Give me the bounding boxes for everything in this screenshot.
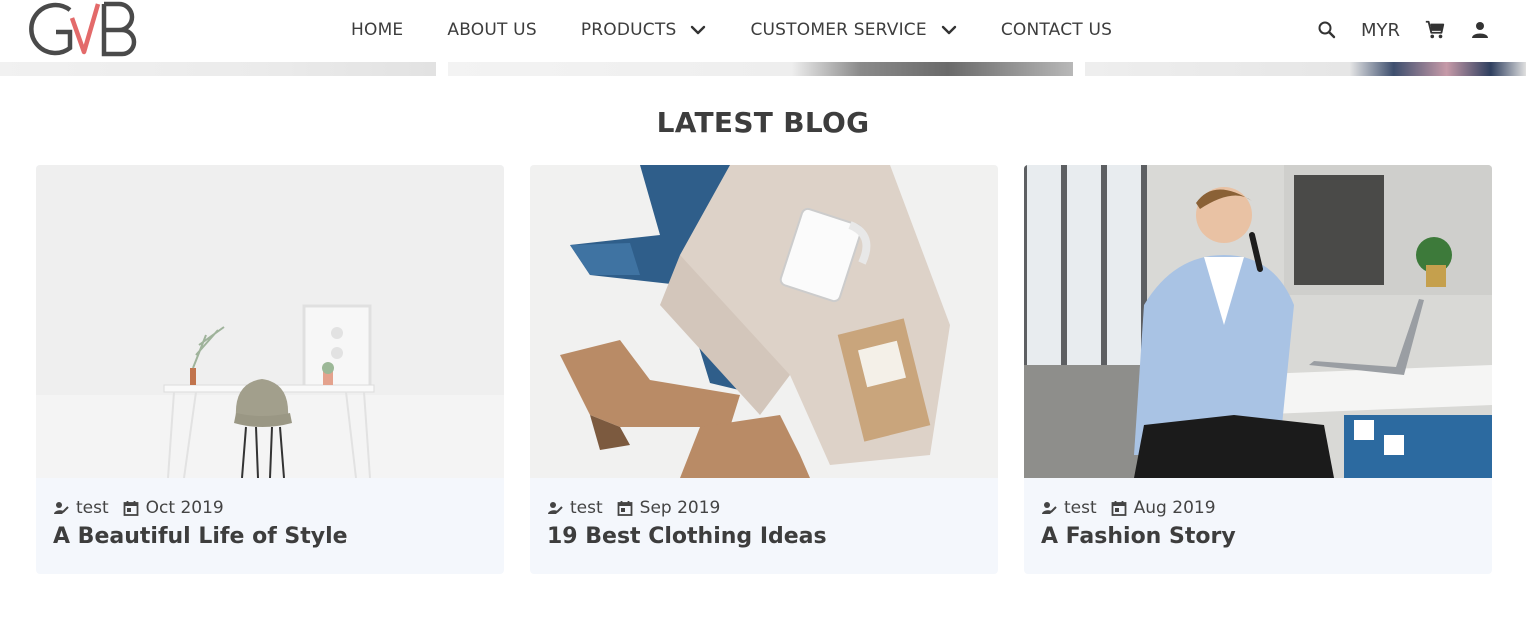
blog-card[interactable]: test Oct 2019 A Beautiful Life of Style — [36, 165, 504, 574]
blog-card[interactable]: test Sep 2019 19 Best Clothing Ideas — [530, 165, 998, 574]
nav-products[interactable]: PRODUCTS — [581, 20, 707, 40]
chevron-down-icon — [941, 25, 957, 35]
blog-image-clothing-flatlay — [530, 165, 998, 478]
main-nav: HOME ABOUT US PRODUCTS CUSTOMER SERVICE … — [351, 0, 1156, 60]
blog-meta: test Oct 2019 — [53, 496, 487, 520]
calendar-icon — [617, 500, 633, 516]
calendar-icon — [123, 500, 139, 516]
blog-meta: test Sep 2019 — [547, 496, 981, 520]
user-icon[interactable] — [1470, 20, 1490, 40]
nav-home-label: HOME — [351, 20, 404, 40]
blog-meta: test Aug 2019 — [1041, 496, 1475, 520]
site-header: HOME ABOUT US PRODUCTS CUSTOMER SERVICE … — [0, 0, 1526, 62]
blog-image-white-room — [36, 165, 504, 478]
cart-icon[interactable] — [1424, 19, 1446, 41]
nav-customer-service-label: CUSTOMER SERVICE — [750, 20, 927, 40]
blog-author: test — [76, 498, 109, 518]
blog-card-body: test Aug 2019 A Fashion Story — [1024, 478, 1492, 549]
nav-about-us[interactable]: ABOUT US — [447, 20, 536, 40]
blog-date: Oct 2019 — [145, 498, 224, 518]
brand-logo[interactable] — [22, 0, 142, 60]
blog-card-body: test Sep 2019 19 Best Clothing Ideas — [530, 478, 998, 549]
currency-selector[interactable]: MYR — [1361, 20, 1400, 41]
author-icon — [53, 500, 69, 516]
nav-contact-us-label: CONTACT US — [1000, 20, 1113, 40]
blog-card-body: test Oct 2019 A Beautiful Life of Style — [36, 478, 504, 549]
blog-author: test — [570, 498, 603, 518]
blog-card-list: test Oct 2019 A Beautiful Life of Style — [36, 165, 1492, 574]
blog-author: test — [1064, 498, 1097, 518]
nav-contact-us[interactable]: CONTACT US — [1001, 20, 1112, 40]
nav-home[interactable]: HOME — [351, 20, 403, 40]
section-title: LATEST BLOG — [656, 106, 870, 139]
chevron-down-icon — [690, 25, 706, 35]
blog-date: Sep 2019 — [639, 498, 721, 518]
blog-title[interactable]: 19 Best Clothing Ideas — [547, 524, 981, 549]
header-tools: MYR — [1293, 0, 1490, 60]
nav-customer-service[interactable]: CUSTOMER SERVICE — [750, 20, 957, 40]
blog-title[interactable]: A Beautiful Life of Style — [53, 524, 487, 549]
blog-card[interactable]: test Aug 2019 A Fashion Story — [1024, 165, 1492, 574]
nav-products-label: PRODUCTS — [580, 20, 677, 40]
blog-image-fashion-man — [1024, 165, 1492, 478]
nav-about-us-label: ABOUT US — [447, 20, 537, 40]
blog-title[interactable]: A Fashion Story — [1041, 524, 1475, 549]
blog-date: Aug 2019 — [1133, 498, 1216, 518]
search-icon[interactable] — [1317, 20, 1337, 40]
calendar-icon — [1111, 500, 1127, 516]
author-icon — [1041, 500, 1057, 516]
author-icon — [547, 500, 563, 516]
